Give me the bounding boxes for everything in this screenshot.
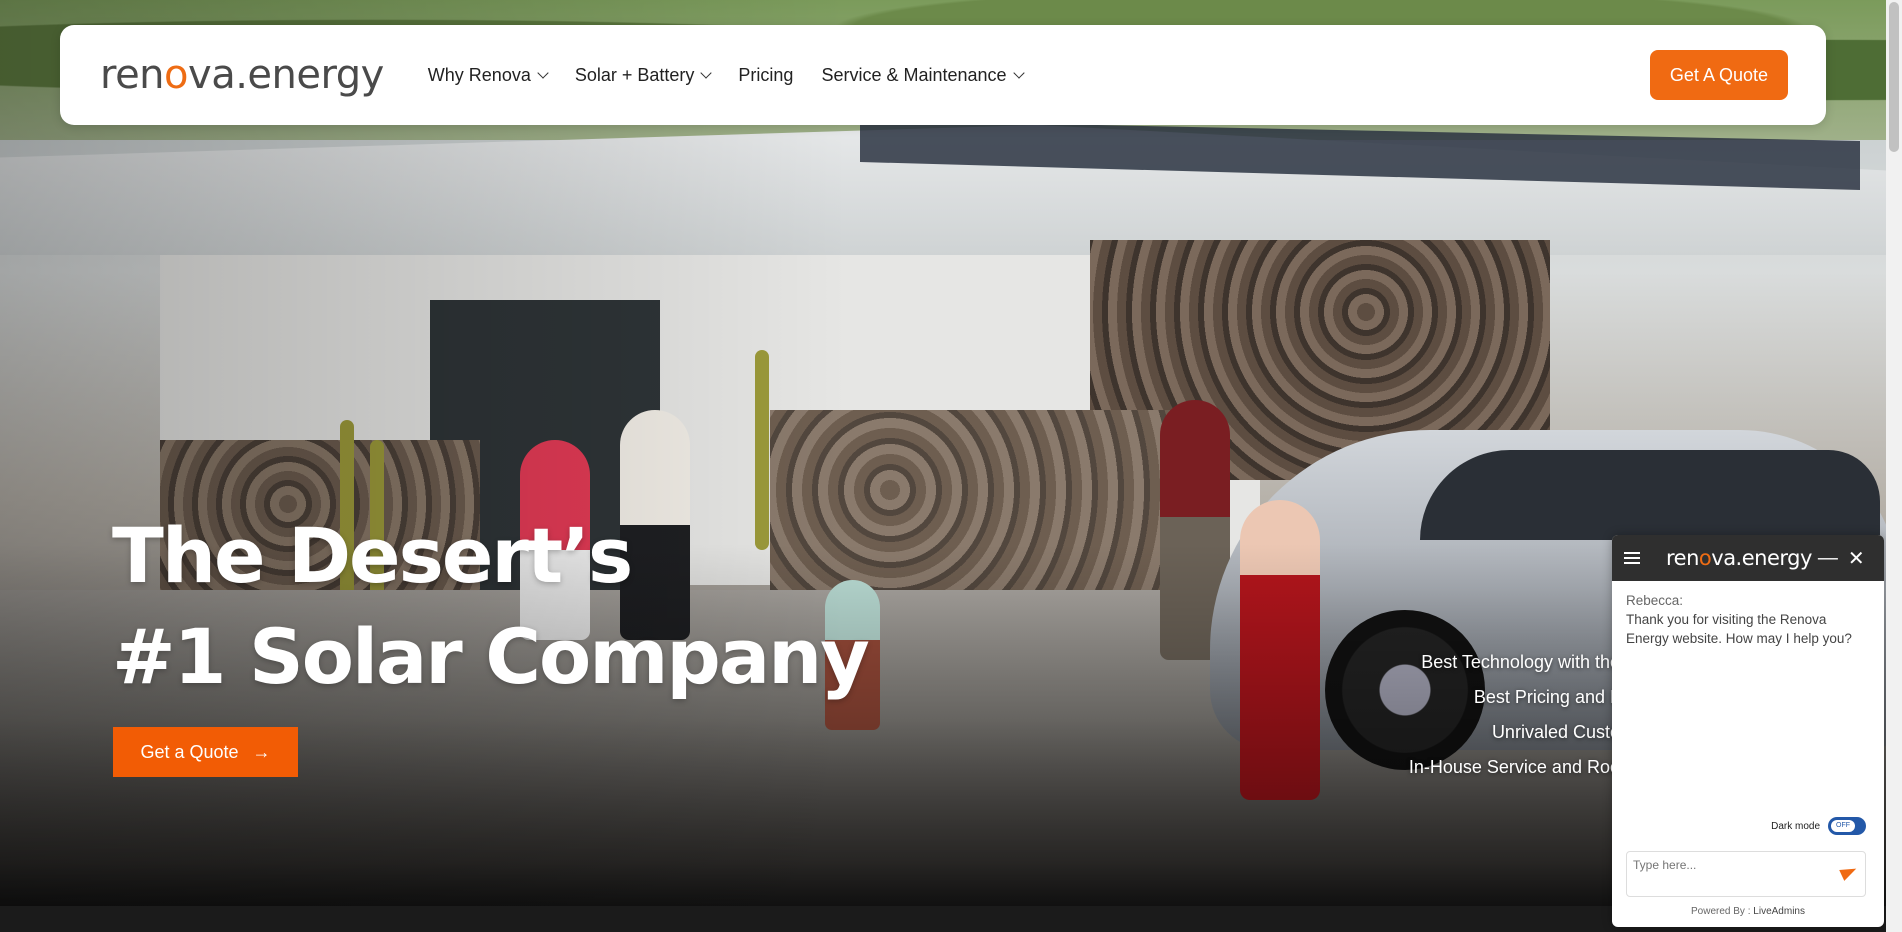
message-text: Thank you for visiting the Renova Energy…	[1626, 612, 1852, 646]
feature-item: In-House Service and Roo	[1408, 757, 1620, 777]
send-icon[interactable]	[1839, 863, 1859, 881]
headline-line-1: The Desert’s	[112, 511, 633, 600]
site-header: renova.energy Why Renova Solar + Battery…	[60, 25, 1826, 125]
nav-pricing[interactable]: Pricing	[738, 65, 793, 86]
dark-mode-label: Dark mode	[1771, 820, 1820, 832]
chevron-down-icon	[1012, 67, 1025, 79]
renova-logo[interactable]: renova.energy	[100, 52, 384, 98]
nav-service-maintenance[interactable]: Service & Maintenance	[821, 65, 1025, 86]
get-a-quote-hero-button[interactable]: Get a Quote →	[113, 727, 298, 777]
chat-widget: renova.energy — ✕ Rebecca: Thank you for…	[1612, 535, 1884, 927]
feature-item: Unrivaled Custo	[1491, 722, 1620, 742]
menu-icon[interactable]	[1624, 552, 1640, 564]
chevron-down-icon	[700, 67, 713, 79]
cta-label: Get a Quote	[140, 741, 239, 762]
scrollbar-thumb[interactable]	[1889, 2, 1899, 152]
feature-list: Best Technology with the Best Pricing an…	[1380, 645, 1620, 785]
nav-solar-battery[interactable]: Solar + Battery	[575, 65, 713, 86]
minimize-icon[interactable]: —	[1818, 547, 1838, 570]
powered-by: Powered By : LiveAdmins	[1691, 906, 1805, 917]
nav-why-renova[interactable]: Why Renova	[428, 65, 549, 86]
chat-input[interactable]	[1633, 858, 1833, 872]
headline-line-2: #1 Solar Company	[112, 612, 870, 701]
feature-item: Best Technology with the	[1421, 652, 1620, 672]
arrow-right-icon: →	[252, 741, 271, 762]
chat-message: Rebecca: Thank you for visiting the Reno…	[1612, 581, 1884, 648]
chevron-down-icon	[537, 67, 549, 79]
close-icon[interactable]: ✕	[1848, 546, 1865, 571]
main-nav: Why Renova Solar + Battery Pricing Servi…	[428, 65, 1025, 86]
page-scrollbar[interactable]	[1886, 0, 1902, 932]
liveadmins-link[interactable]: LiveAdmins	[1753, 906, 1805, 917]
dark-mode-row: Dark mode OFF	[1612, 817, 1884, 835]
hero-headline: The Desert’s #1 Solar Company	[112, 505, 870, 707]
toggle-state: OFF	[1831, 820, 1855, 832]
get-a-quote-header-button[interactable]: Get A Quote	[1649, 50, 1788, 100]
chat-header: renova.energy — ✕	[1612, 535, 1884, 581]
feature-item: Best Pricing and L	[1473, 687, 1620, 707]
dark-mode-toggle[interactable]: OFF	[1828, 817, 1866, 835]
chat-logo: renova.energy	[1666, 546, 1812, 570]
chat-input-box	[1626, 851, 1866, 897]
agent-name: Rebecca:	[1626, 593, 1684, 608]
